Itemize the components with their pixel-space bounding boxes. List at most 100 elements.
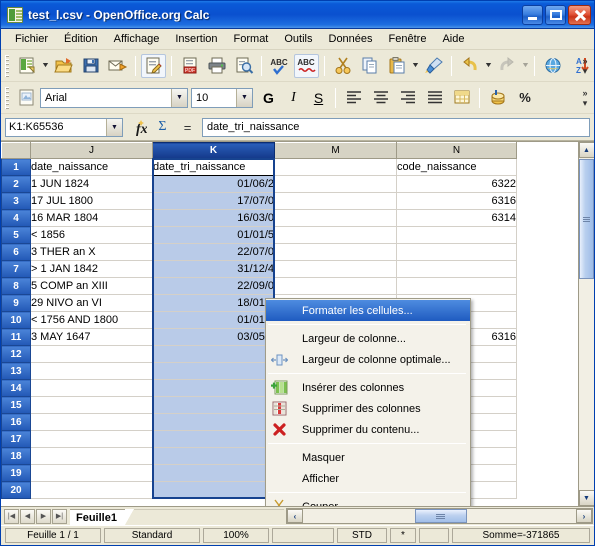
align-left-button[interactable] [341, 86, 366, 110]
cell-j17[interactable] [30, 430, 153, 448]
cell-k1[interactable]: date_tri_naissance [152, 158, 275, 176]
column-header-k[interactable]: K [152, 142, 275, 159]
cell-j7[interactable]: > 1 JAN 1842 [30, 260, 153, 278]
cell-m4[interactable] [274, 209, 397, 227]
cell-k15[interactable] [152, 396, 275, 414]
cell-j18[interactable] [30, 447, 153, 465]
cell-k18[interactable] [152, 447, 275, 465]
cell-j10[interactable]: < 1756 AND 1800 [30, 311, 153, 329]
copy-button[interactable] [357, 54, 382, 78]
horizontal-scrollbar[interactable]: ‹ › [285, 508, 593, 524]
new-document-button[interactable] [14, 54, 39, 78]
row-header[interactable]: 2 [1, 175, 31, 193]
column-header-n[interactable]: N [396, 142, 517, 159]
cell-k14[interactable] [152, 379, 275, 397]
scroll-left-button[interactable]: ‹ [286, 509, 303, 523]
cell-k17[interactable] [152, 430, 275, 448]
input-line[interactable]: date_tri_naissance [202, 117, 590, 137]
row-header[interactable]: 13 [1, 362, 31, 380]
edit-file-button[interactable] [141, 53, 166, 78]
menu-format[interactable]: Format [226, 31, 277, 47]
toolbar-grip[interactable] [5, 86, 9, 109]
cell-k2[interactable]: 01/06/2 [152, 175, 275, 193]
horizontal-scroll-thumb[interactable] [414, 509, 467, 523]
paste-dropdown[interactable] [410, 54, 420, 78]
cell-j13[interactable] [30, 362, 153, 380]
paste-button[interactable] [384, 54, 409, 78]
context-item-insert-columns[interactable]: Insérer des colonnes [266, 377, 470, 398]
sheet-tab-feuille1[interactable]: Feuille1 [70, 508, 125, 525]
font-size-dropdown-icon[interactable]: ▼ [236, 88, 252, 107]
font-name-combo[interactable]: Arial ▼ [40, 87, 188, 108]
cell-k3[interactable]: 17/07/0 [152, 192, 275, 210]
vertical-scroll-thumb[interactable] [579, 159, 594, 279]
menu-insertion[interactable]: Insertion [167, 31, 225, 47]
send-email-button[interactable] [105, 54, 130, 78]
cell-j8[interactable]: 5 COMP an XIII [30, 277, 153, 295]
cell-n2[interactable]: 6322 [396, 175, 517, 193]
borders-button[interactable] [449, 86, 474, 110]
cell-j12[interactable] [30, 345, 153, 363]
first-sheet-button[interactable]: |◀ [4, 508, 19, 524]
cell-k6[interactable]: 22/07/0 [152, 243, 275, 261]
cell-k20[interactable] [152, 481, 275, 499]
cell-j5[interactable]: < 1856 [30, 226, 153, 244]
context-item-delete-contents[interactable]: Supprimer du contenu... [266, 419, 470, 440]
context-item-show[interactable]: Afficher [266, 468, 470, 489]
cell-j11[interactable]: 3 MAY 1647 [30, 328, 153, 346]
font-size-combo[interactable]: 10 ▼ [191, 87, 253, 108]
cell-j19[interactable] [30, 464, 153, 482]
minimize-button[interactable] [522, 4, 543, 25]
cell-k10[interactable]: 01/01/0 [152, 311, 275, 329]
next-sheet-button[interactable]: ▶ [36, 508, 51, 524]
spelling-button[interactable]: ABC [267, 54, 292, 78]
print-preview-button[interactable] [231, 54, 256, 78]
save-button[interactable] [78, 54, 103, 78]
close-button[interactable] [568, 4, 591, 25]
context-item-optimal-column-width[interactable]: Largeur de colonne optimale... [266, 349, 470, 370]
last-sheet-button[interactable]: ▶| [52, 508, 67, 524]
align-center-button[interactable] [368, 86, 393, 110]
cell-n4[interactable]: 6314 [396, 209, 517, 227]
row-header[interactable]: 7 [1, 260, 31, 278]
status-zoom[interactable]: 100% [203, 528, 269, 543]
cut-button[interactable] [330, 54, 355, 78]
menu-fichier[interactable]: Fichier [7, 31, 56, 47]
undo-button[interactable] [457, 54, 482, 78]
menu-donnees[interactable]: Données [321, 31, 381, 47]
name-box[interactable]: K1:K65536 ▼ [5, 117, 123, 137]
cell-k9[interactable]: 18/01/9 [152, 294, 275, 312]
scroll-down-button[interactable]: ▼ [578, 490, 594, 506]
scroll-up-button[interactable]: ▲ [578, 142, 594, 158]
sum-button[interactable]: Σ [152, 117, 173, 138]
cell-j15[interactable] [30, 396, 153, 414]
row-header[interactable]: 14 [1, 379, 31, 397]
menu-edition[interactable]: Édition [56, 31, 106, 47]
select-all-corner[interactable] [1, 142, 31, 159]
cell-m1[interactable] [274, 158, 397, 176]
row-header[interactable]: 5 [1, 226, 31, 244]
context-item-format-cells[interactable]: Formater les cellules... [266, 300, 470, 321]
undo-dropdown[interactable] [483, 54, 493, 78]
cell-m3[interactable] [274, 192, 397, 210]
autospellcheck-button[interactable]: ABC [294, 53, 319, 78]
context-item-delete-columns[interactable]: Supprimer des colonnes [266, 398, 470, 419]
redo-dropdown[interactable] [520, 54, 530, 78]
cell-k12[interactable] [152, 345, 275, 363]
cell-j2[interactable]: 1 JUN 1824 [30, 175, 153, 193]
cell-j14[interactable] [30, 379, 153, 397]
previous-sheet-button[interactable]: ◀ [20, 508, 35, 524]
cell-j16[interactable] [30, 413, 153, 431]
underline-button[interactable]: S [306, 86, 331, 110]
context-item-column-width[interactable]: Largeur de colonne... [266, 328, 470, 349]
font-name-dropdown-icon[interactable]: ▼ [171, 88, 187, 107]
standard-toolbar-overflow[interactable]: » ▾ [578, 50, 592, 82]
menu-aide[interactable]: Aide [434, 31, 472, 47]
cell-j6[interactable]: 3 THER an X [30, 243, 153, 261]
context-item-cut[interactable]: Couper [266, 496, 470, 506]
row-header[interactable]: 16 [1, 413, 31, 431]
redo-button[interactable] [494, 54, 519, 78]
cell-n6[interactable] [396, 243, 517, 261]
cell-n1[interactable]: code_naissance [396, 158, 517, 176]
row-header[interactable]: 18 [1, 447, 31, 465]
